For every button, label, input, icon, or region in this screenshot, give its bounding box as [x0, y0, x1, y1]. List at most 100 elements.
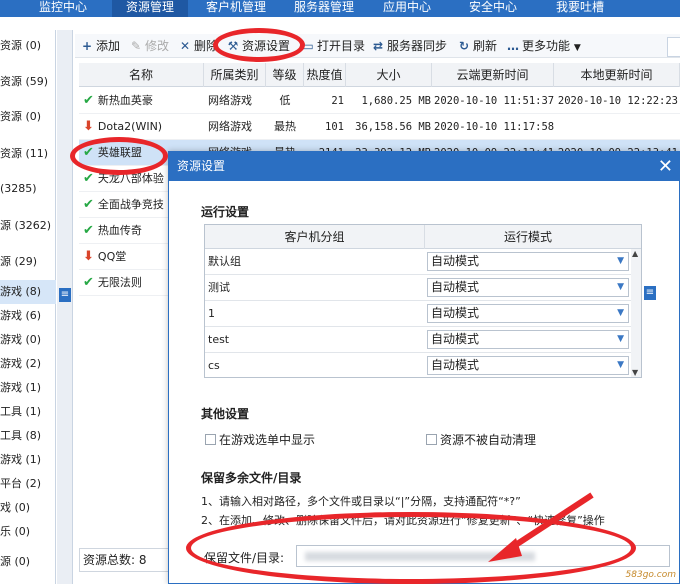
run-settings-heading: 运行设置	[201, 205, 250, 219]
col-run-mode: 运行模式	[503, 230, 552, 244]
run-mode-select[interactable]: 自动模式 ▼	[427, 330, 629, 349]
download-arrow-icon: ⬇	[83, 249, 94, 264]
grid-row[interactable]: 1 自动模式 ▼	[205, 301, 631, 327]
sidebar-item[interactable]: 资源 (0)	[0, 105, 56, 129]
row-local-time	[556, 114, 678, 140]
col-level[interactable]: 等级	[266, 63, 304, 87]
nav-tab-clients[interactable]: 客户机管理	[194, 0, 278, 17]
table-row[interactable]: ✔ 新热血英豪 网络游戏 低 21 1,680.25 MB 2020-10-10 …	[79, 88, 680, 114]
col-name[interactable]: 名称	[79, 63, 204, 87]
nav-tab-servers[interactable]: 服务器管理	[282, 0, 366, 17]
col-heat[interactable]: 热度值	[304, 63, 346, 87]
scroll-down-icon[interactable]: ▼	[632, 368, 638, 377]
resource-toolbar: + 添加 ✎ 修改 ✕ 删除 ⚒ 资源设置 ▭ 打开目录 ⇄ 服务器同步 ↻ 刷新 … 更多功能…	[75, 34, 680, 58]
sidebar-item[interactable]: 资源 (0)	[0, 34, 56, 58]
dialog-title: 资源设置	[169, 152, 679, 181]
grid-group: cs	[208, 359, 220, 372]
cross-icon: ✕	[179, 39, 191, 53]
run-mode-select[interactable]: 自动模式 ▼	[427, 252, 629, 271]
sidebar-splitter[interactable]	[57, 30, 73, 584]
sidebar-item[interactable]: 平台 (2)	[0, 472, 56, 496]
check-icon: ✔	[83, 223, 94, 238]
sidebar-item[interactable]: 游戏 (0)	[0, 328, 56, 352]
splitter-toggle-icon[interactable]: ≡	[59, 288, 71, 302]
open-directory-button[interactable]: ▭ 打开目录	[302, 37, 365, 55]
grid-group: 测试	[208, 281, 230, 294]
search-input[interactable]	[667, 37, 680, 57]
dropdown-arrow-icon: ▼	[617, 360, 624, 370]
col-cloud-time[interactable]: 云端更新时间	[432, 63, 554, 87]
row-category: 网络游戏	[208, 120, 252, 133]
grid-scrollbar[interactable]: ▲ ▼	[631, 249, 641, 377]
grid-header: 客户机分组 运行模式	[205, 225, 641, 249]
col-category[interactable]: 所属类别	[204, 63, 266, 87]
scroll-up-icon[interactable]: ▲	[632, 249, 638, 258]
grid-row[interactable]: 测试 自动模式 ▼	[205, 275, 631, 301]
row-size: 1,680.25 MB	[361, 95, 431, 107]
nav-tab-monitor[interactable]: 监控中心	[22, 0, 104, 17]
check-icon: ✔	[83, 275, 94, 290]
nav-tab-apps[interactable]: 应用中心	[372, 0, 442, 17]
sidebar-item[interactable]: 游戏 (2)	[0, 352, 56, 376]
annotation-circle-lol	[70, 137, 168, 175]
grid-group: 默认组	[208, 255, 241, 268]
add-button[interactable]: + 添加	[81, 37, 120, 55]
grid-side-handle-icon[interactable]: ≡	[644, 286, 656, 300]
grid-row[interactable]: 默认组 自动模式 ▼	[205, 249, 631, 275]
sidebar-item[interactable]: 游戏 (6)	[0, 304, 56, 328]
row-name: ⬇ Dota2(WIN)	[83, 119, 163, 134]
col-client-group: 客户机分组	[205, 225, 425, 249]
edit-button[interactable]: ✎ 修改	[130, 37, 169, 55]
sidebar-item[interactable]: 工具 (8)	[0, 424, 56, 448]
dropdown-arrow-icon: ▼	[617, 308, 624, 318]
run-mode-select[interactable]: 自动模式 ▼	[427, 304, 629, 323]
plus-icon: +	[81, 39, 93, 53]
sidebar-item[interactable]: 戏 (0)	[0, 496, 56, 520]
run-mode-select[interactable]: 自动模式 ▼	[427, 356, 629, 375]
col-local-time[interactable]: 本地更新时间	[554, 63, 680, 87]
check-icon: ✔	[83, 93, 94, 108]
sidebar-item[interactable]: 游戏 (1)	[0, 448, 56, 472]
checkbox-box	[205, 434, 216, 445]
more-functions-button[interactable]: … 更多功能 ▼	[507, 37, 581, 55]
check-icon: ✔	[83, 171, 94, 186]
grid-row[interactable]: cs 自动模式 ▼	[205, 353, 631, 377]
no-auto-clean-checkbox[interactable]: 资源不被自动清理	[426, 431, 536, 448]
row-size: 36,158.56 MB	[355, 121, 431, 133]
sidebar-item[interactable]: 源 (0)	[0, 550, 56, 574]
row-category: 网络游戏	[208, 94, 252, 107]
sidebar-item[interactable]: 乐 (0)	[0, 520, 56, 544]
row-cloud-time: 2020-10-10 11:51:37	[434, 95, 554, 107]
row-cloud-time: 2020-10-10 11:17:58	[434, 121, 554, 133]
ellipsis-icon: …	[507, 39, 519, 53]
nav-tab-resources[interactable]: 资源管理	[112, 0, 188, 17]
dropdown-arrow-icon: ▼	[617, 282, 624, 292]
nav-tab-security[interactable]: 安全中心	[458, 0, 528, 17]
annotation-circle-keep	[186, 512, 636, 584]
sidebar-item-active[interactable]: 游戏 (8)	[0, 280, 56, 304]
pencil-icon: ✎	[130, 39, 142, 53]
grid-row[interactable]: test 自动模式 ▼	[205, 327, 631, 353]
sidebar-item[interactable]: 资源 (59)	[0, 70, 56, 94]
row-heat: 21	[331, 95, 344, 107]
show-in-menu-checkbox[interactable]: 在游戏选单中显示	[205, 431, 315, 448]
keep-files-heading: 保留多余文件/目录	[201, 471, 302, 485]
refresh-button[interactable]: ↻ 刷新	[458, 37, 497, 55]
nav-tab-feedback[interactable]: 我要吐槽	[545, 0, 615, 17]
table-header: 名称 所属类别 等级 热度值 大小 云端更新时间 本地更新时间	[79, 63, 680, 87]
server-sync-button[interactable]: ⇄ 服务器同步	[372, 37, 447, 55]
close-icon[interactable]: ✕	[658, 152, 673, 181]
col-size[interactable]: 大小	[346, 63, 432, 87]
run-mode-select[interactable]: 自动模式 ▼	[427, 278, 629, 297]
sidebar-item[interactable]: 资源 (11)	[0, 142, 56, 166]
row-level: 低	[279, 94, 291, 107]
table-row[interactable]: ⬇ Dota2(WIN) 网络游戏 最热 101 36,158.56 MB 202…	[79, 114, 680, 140]
sidebar-item[interactable]: (3285)	[0, 177, 56, 201]
grid-group: test	[208, 333, 230, 346]
sidebar-item[interactable]: 源 (3262)	[0, 214, 56, 238]
checkbox-box	[426, 434, 437, 445]
sidebar-item[interactable]: 游戏 (1)	[0, 376, 56, 400]
sidebar-item[interactable]: 源 (29)	[0, 250, 56, 274]
sidebar-item[interactable]: 工具 (1)	[0, 400, 56, 424]
dropdown-arrow-icon: ▼	[617, 334, 624, 344]
